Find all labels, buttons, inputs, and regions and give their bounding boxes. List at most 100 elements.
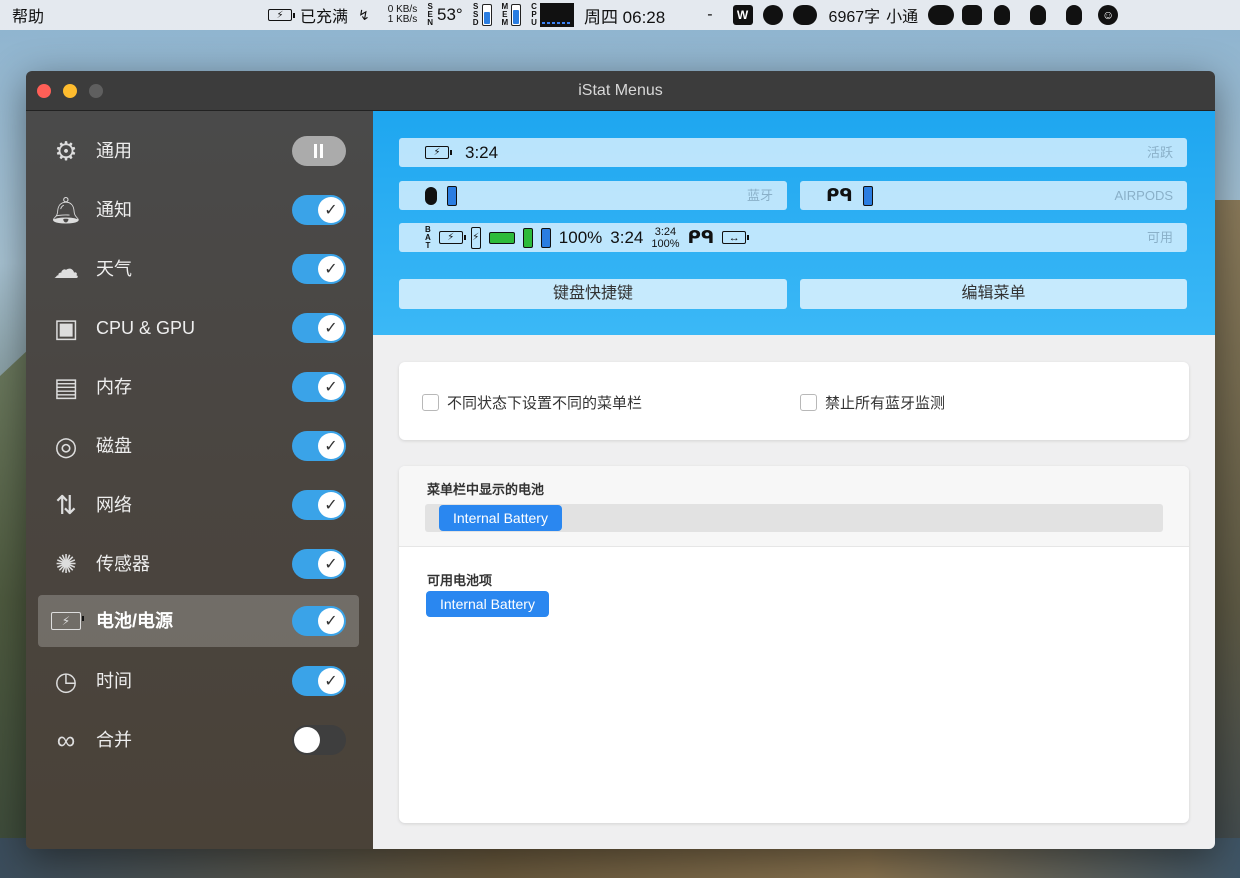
sidebar-item-label: 合并 <box>96 730 132 750</box>
sidebar-item-notifications[interactable]: 🔔︎ 通知 ✓ <box>38 184 359 236</box>
airpods-menubar-pill[interactable]: ᑭᑫ AIRPODS <box>800 181 1187 210</box>
sidebar-item-label: 通知 <box>96 200 132 220</box>
disk-toggle[interactable]: ✓ <box>292 431 346 461</box>
different-menubar-checkbox[interactable] <box>422 394 439 411</box>
evernote-icon[interactable] <box>962 0 983 30</box>
bluetooth-menubar-pill[interactable]: 蓝牙 <box>399 181 787 210</box>
active-tag: 活跃 <box>1146 145 1173 160</box>
combine-icon: ∞ <box>56 724 76 755</box>
airpods-tag: AIRPODS <box>1114 188 1173 203</box>
disable-bluetooth-label: 禁止所有蓝牙监测 <box>825 395 946 412</box>
moon-icon[interactable] <box>762 0 783 30</box>
pause-toggle[interactable] <box>292 136 346 166</box>
sidebar-item-label: 网络 <box>96 495 132 515</box>
battery-status-item[interactable]: ⚡ 已充满 <box>268 0 348 30</box>
menubar-batteries-dropzone[interactable]: Internal Battery <box>425 504 1163 532</box>
cpu-graph <box>539 3 574 27</box>
sensor-item[interactable]: SEN 53° <box>427 0 463 30</box>
sidebar-item-combine[interactable]: ∞ 合并 <box>38 714 359 766</box>
istat-window: iStat Menus ⚙ 通用 🔔︎ 通知 ✓ ☁ 天气 ✓ ▣ CPU & … <box>26 71 1215 849</box>
battery-vertical-icon: ⚡ <box>470 226 481 249</box>
temperature-value: 53° <box>437 5 463 24</box>
device-battery-icon <box>447 185 457 206</box>
network-speed-item[interactable]: 0 KB/s 1 KB/s <box>388 0 417 30</box>
bluetooth-tag: 蓝牙 <box>746 188 773 203</box>
airpods-battery-icon <box>862 185 873 206</box>
battery-time: 3:24 <box>610 227 644 247</box>
sidebar-item-weather[interactable]: ☁ 天气 ✓ <box>38 243 359 295</box>
word-count[interactable]: 6967字 <box>829 0 881 30</box>
memory-usage-bar <box>511 4 522 26</box>
sensor-label: SEN <box>427 2 433 27</box>
sidebar-item-cpu-gpu[interactable]: ▣ CPU & GPU ✓ <box>38 302 359 354</box>
gear-icon: ⚙ <box>54 135 78 166</box>
sidebar-item-general[interactable]: ⚙ 通用 <box>38 125 359 177</box>
sidebar-item-label: 内存 <box>96 377 132 397</box>
available-tag: 可用 <box>1146 230 1173 245</box>
batteries-card: 菜单栏中显示的电池 Internal Battery 可用电池项 Interna… <box>399 466 1189 823</box>
airpods-icon: ᑭᑫ <box>687 227 715 247</box>
smiley-icon[interactable]: ☺ <box>1098 0 1119 30</box>
disable-bluetooth-option[interactable]: 禁止所有蓝牙监测 <box>800 392 945 413</box>
title-bar[interactable]: iStat Menus <box>26 71 1215 111</box>
different-menubar-option[interactable]: 不同状态下设置不同的菜单栏 <box>422 392 642 413</box>
help-menu[interactable]: 帮助 <box>0 3 44 27</box>
clock[interactable]: 周四 06:28 <box>584 0 665 30</box>
network-icon: ⇅ <box>55 489 77 520</box>
cpu-gpu-toggle[interactable]: ✓ <box>292 313 346 343</box>
sidebar-item-label: 天气 <box>96 259 132 279</box>
network-toggle[interactable]: ✓ <box>292 490 346 520</box>
edit-menu-button[interactable]: 编辑菜单 <box>800 279 1187 309</box>
section-divider <box>399 546 1189 547</box>
sidebar-item-label: CPU & GPU <box>96 318 196 338</box>
qq-icon[interactable] <box>1066 0 1083 30</box>
qq-icon[interactable] <box>1030 0 1047 30</box>
creative-cloud-icon[interactable] <box>792 0 817 30</box>
disable-bluetooth-checkbox[interactable] <box>800 394 817 411</box>
menubar-batteries-heading: 菜单栏中显示的电池 <box>427 482 545 497</box>
active-time: 3:24 <box>465 142 499 162</box>
memory-toggle[interactable]: ✓ <box>292 372 346 402</box>
charging-arrow-icon: ↯ <box>358 6 370 23</box>
sidebar-item-label: 通用 <box>96 141 132 161</box>
sidebar-item-label: 磁盘 <box>96 436 132 456</box>
weather-toggle[interactable]: ✓ <box>292 254 346 284</box>
battery-chip[interactable]: Internal Battery <box>426 591 549 617</box>
time-toggle[interactable]: ✓ <box>292 666 346 696</box>
battery-power-toggle[interactable]: ✓ <box>292 606 346 636</box>
combine-toggle[interactable] <box>292 725 346 755</box>
battery-chip[interactable]: Internal Battery <box>439 505 562 531</box>
battery-icon: ⚡ <box>268 9 295 21</box>
cpu-item[interactable]: CPU <box>531 0 574 30</box>
qq-icon[interactable] <box>994 0 1011 30</box>
fan-icon: ✺ <box>55 548 77 579</box>
sidebar-item-battery-power[interactable]: ⚡ 电池/电源 ✓ <box>38 595 359 647</box>
sensors-toggle[interactable]: ✓ <box>292 549 346 579</box>
wps-icon[interactable]: W <box>732 0 753 30</box>
sidebar-item-sensors[interactable]: ✺ 传感器 ✓ <box>38 538 359 590</box>
bell-icon: 🔔︎ <box>49 194 83 225</box>
active-menubar-pill[interactable]: ⚡ 3:24 活跃 <box>399 138 1187 167</box>
chip-icon: ▣ <box>53 312 79 343</box>
keyboard-shortcuts-button[interactable]: 键盘快捷键 <box>399 279 787 309</box>
memory-item[interactable]: MEM <box>502 0 522 30</box>
sidebar-item-memory[interactable]: ▤ 内存 ✓ <box>38 361 359 413</box>
menubar-separator: - <box>707 6 713 23</box>
sidebar-item-disk[interactable]: ◎ 磁盘 ✓ <box>38 420 359 472</box>
sidebar-item-label: 时间 <box>96 671 132 691</box>
available-menubar-pill[interactable]: BAT ⚡ ⚡ 100% 3:24 3:24 100% ᑭᑫ ↔ 可用 <box>399 223 1187 252</box>
sidebar-item-label: 电池/电源 <box>96 611 174 631</box>
sidebar-item-network[interactable]: ⇅ 网络 ✓ <box>38 479 359 531</box>
ssd-item[interactable]: SSD <box>473 0 492 30</box>
clock-icon: ◷ <box>54 665 78 696</box>
main-panel: ⚡ 3:24 活跃 蓝牙 ᑭᑫ AIRPODS B A T ⚡ ⚡ 100% 3… <box>373 111 1215 849</box>
battery-power-icon: ⚡ <box>50 605 84 637</box>
wechat-icon[interactable] <box>928 0 955 30</box>
sidebar-item-label: 传感器 <box>96 554 150 574</box>
battery-status-text: 已充满 <box>300 9 349 26</box>
input-method[interactable]: 小通 <box>886 0 918 30</box>
battery-charging-icon: ⚡ <box>438 231 466 244</box>
sidebar-item-time[interactable]: ◷ 时间 ✓ <box>38 655 359 707</box>
notifications-toggle[interactable]: ✓ <box>292 195 346 225</box>
system-menu-bar: 帮助 ⚡ 已充满 ↯ 0 KB/s 1 KB/s SEN 53° SSD MEM <box>0 0 1240 30</box>
